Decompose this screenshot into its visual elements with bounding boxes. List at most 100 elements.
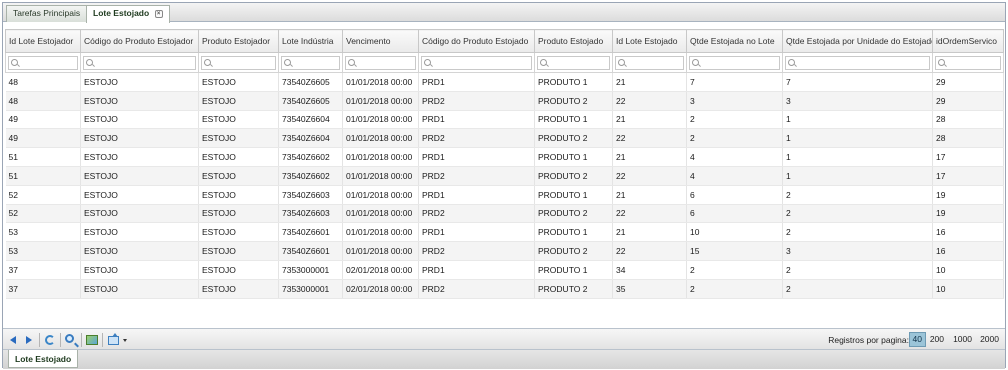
table-row[interactable]: 37 ESTOJO ESTOJO 7353000001 02/01/2018 00:00… <box>5 279 1004 299</box>
tab-tarefas-principais[interactable]: Tarefas Principais <box>6 5 88 22</box>
next-page-icon[interactable] <box>22 333 36 347</box>
page-size-1000[interactable]: 1000 <box>950 332 975 347</box>
table-cell: 21 <box>612 185 687 205</box>
column-header[interactable]: Qtde Estojada por Unidade do Estojador <box>782 29 933 53</box>
table-row[interactable]: 52 ESTOJO ESTOJO 73540Z6603 01/01/2018 00:00… <box>5 185 1004 205</box>
table-cell: 51 <box>5 147 81 167</box>
table-row[interactable]: 51 ESTOJO ESTOJO 73540Z6602 01/01/2018 00:00… <box>5 166 1004 186</box>
table-cell: 22 <box>612 241 687 261</box>
table-cell: 35 <box>612 279 687 299</box>
table-cell: 51 <box>5 166 81 186</box>
table-cell: PRODUTO 1 <box>534 260 613 280</box>
table-cell: ESTOJO <box>198 260 279 280</box>
table-cell: PRODUTO 2 <box>534 128 613 149</box>
bottom-tab-lote-estojado[interactable]: Lote Estojado <box>8 350 79 368</box>
refresh-icon[interactable] <box>43 333 57 347</box>
filter-cell <box>534 52 613 73</box>
pager-toolbar: Registros por pagina: 40 200 1000 2000 <box>3 328 1005 350</box>
table-cell: ESTOJO <box>198 72 279 92</box>
table-row[interactable]: 48 ESTOJO ESTOJO 73540Z6605 01/01/2018 00:00… <box>5 91 1004 111</box>
filter-input[interactable] <box>345 55 416 70</box>
table-cell: PRD1 <box>418 72 535 92</box>
table-cell: 2 <box>782 204 933 224</box>
table-row[interactable]: 48 ESTOJO ESTOJO 73540Z6605 01/01/2018 00:00… <box>5 72 1004 92</box>
column-header[interactable]: Código do Produto Estojador <box>80 29 199 53</box>
filter-input[interactable] <box>689 55 780 70</box>
close-tab-icon[interactable]: × <box>154 10 163 18</box>
table-cell: ESTOJO <box>198 147 279 167</box>
table-cell: 01/01/2018 00:00 <box>342 241 419 261</box>
table-cell: 73540Z6601 <box>278 241 343 261</box>
table-cell: ESTOJO <box>80 279 199 299</box>
export-icon[interactable] <box>107 333 121 347</box>
page-size-40[interactable]: 40 <box>908 332 926 347</box>
filter-cell <box>612 52 687 73</box>
table-cell: 34 <box>612 260 687 280</box>
tab-lote-estojado[interactable]: Lote Estojado × <box>86 5 170 23</box>
page-size-2000[interactable]: 2000 <box>977 332 1002 347</box>
filter-input[interactable] <box>935 55 1001 70</box>
tab-label: Tarefas Principais <box>13 8 81 18</box>
column-header[interactable]: Código do Produto Estojado <box>418 29 535 53</box>
filter-input[interactable] <box>421 55 532 70</box>
column-header[interactable]: Vencimento <box>342 29 419 53</box>
table-cell: 48 <box>5 91 81 111</box>
search-icon <box>284 58 291 66</box>
filter-cell <box>342 52 419 73</box>
table-row[interactable]: 53 ESTOJO ESTOJO 73540Z6601 01/01/2018 00:00… <box>5 241 1004 261</box>
filter-input[interactable] <box>537 55 610 70</box>
table-cell: 10 <box>686 222 783 243</box>
column-header[interactable]: idOrdemServico <box>932 29 1004 53</box>
column-header[interactable]: Produto Estojado <box>534 29 613 53</box>
chart-icon[interactable] <box>85 333 99 347</box>
table-cell: ESTOJO <box>198 222 279 243</box>
filter-input[interactable] <box>83 55 196 70</box>
table-cell: PRD1 <box>418 147 535 167</box>
table-cell: PRODUTO 2 <box>534 279 613 299</box>
table-row[interactable]: 53 ESTOJO ESTOJO 73540Z6601 01/01/2018 00:00… <box>5 222 1004 243</box>
table-row[interactable]: 49 ESTOJO ESTOJO 73540Z6604 01/01/2018 00:00… <box>5 128 1004 149</box>
table-row[interactable]: 49 ESTOJO ESTOJO 73540Z6604 01/01/2018 00:00… <box>5 110 1004 130</box>
column-header[interactable]: Id Lote Estojado <box>612 29 687 53</box>
table-cell: PRD1 <box>418 185 535 205</box>
prev-page-icon[interactable] <box>6 333 20 347</box>
column-header[interactable]: Qtde Estojada no Lote <box>686 29 783 53</box>
filter-input[interactable] <box>201 55 276 70</box>
filter-input[interactable] <box>615 55 684 70</box>
column-header[interactable]: Id Lote Estojador <box>5 29 81 53</box>
table-cell: 19 <box>932 204 1004 224</box>
column-header[interactable]: Lote Indústria <box>278 29 343 53</box>
table-cell: PRD2 <box>418 91 535 111</box>
table-cell: 02/01/2018 00:00 <box>342 279 419 299</box>
search-icon <box>618 58 625 66</box>
filter-cell <box>80 52 199 73</box>
table-row[interactable]: 37 ESTOJO ESTOJO 7353000001 02/01/2018 00:00… <box>5 260 1004 280</box>
table-cell: 16 <box>932 241 1004 261</box>
toolbar-separator <box>60 333 61 347</box>
table-cell: PRODUTO 2 <box>534 204 613 224</box>
filter-cell <box>686 52 783 73</box>
table-cell: 01/01/2018 00:00 <box>342 72 419 92</box>
table-row[interactable]: 51 ESTOJO ESTOJO 73540Z6602 01/01/2018 00:00… <box>5 147 1004 167</box>
filter-input[interactable] <box>281 55 340 70</box>
table-cell: ESTOJO <box>80 72 199 92</box>
filter-cell <box>5 52 81 73</box>
filter-input[interactable] <box>8 55 78 70</box>
table-cell: 52 <box>5 204 81 224</box>
table-cell: 2 <box>686 279 783 299</box>
table-cell: 73540Z6605 <box>278 72 343 92</box>
page-size-200[interactable]: 200 <box>927 332 947 347</box>
table-cell: 01/01/2018 00:00 <box>342 166 419 186</box>
table-cell: 17 <box>932 166 1004 186</box>
column-header[interactable]: Produto Estojador <box>198 29 279 53</box>
filter-input[interactable] <box>785 55 930 70</box>
header-row: Id Lote Estojador Código do Produto Estoj… <box>5 29 1004 53</box>
table-cell: PRD2 <box>418 166 535 186</box>
table-cell: 28 <box>932 128 1004 149</box>
table-cell: 48 <box>5 72 81 92</box>
table-cell: PRODUTO 1 <box>534 72 613 92</box>
search-icon[interactable] <box>64 333 78 347</box>
table-cell: 16 <box>932 222 1004 243</box>
chevron-down-icon[interactable] <box>123 339 127 342</box>
table-row[interactable]: 52 ESTOJO ESTOJO 73540Z6603 01/01/2018 00:00… <box>5 204 1004 224</box>
